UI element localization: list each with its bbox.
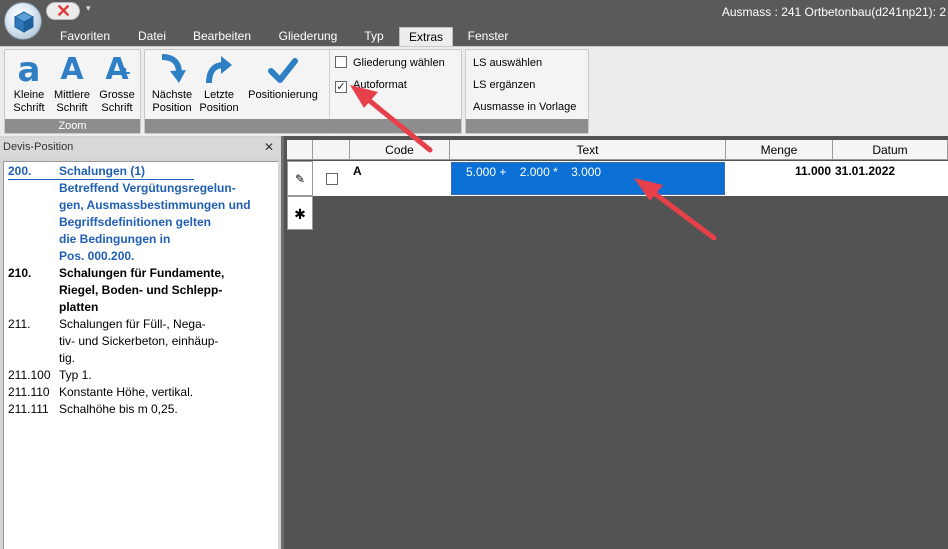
title-bar: ✕ ▾ Ausmass : 241 Ortbetonbau(d241np21):… [0, 0, 948, 40]
code-cell[interactable]: A [350, 161, 450, 196]
ls-group: LS auswählen LS ergänzen Ausmasse in Vor… [465, 49, 589, 134]
zoom-group-label: Zoom [5, 119, 140, 133]
zoom-group: a Kleine Schrift A Mittlere Schrift A + … [4, 49, 141, 134]
devis-line-text: Schalungen für Füll-, Nega- [59, 317, 206, 331]
datum-cell[interactable]: 31.01.2022 [833, 161, 948, 196]
ribbon: a Kleine Schrift A Mittlere Schrift A + … [0, 46, 948, 136]
window-title: Ausmass : 241 Ortbetonbau(d241np21): 2 [721, 5, 946, 19]
new-row-indicator[interactable]: ✱ [287, 196, 313, 230]
checkbox-checked-icon: ✓ [335, 81, 347, 93]
medium-font-label-2: Schrift [56, 102, 88, 114]
devis-position-title: Devis-Position [3, 141, 74, 153]
devis-line-text: platten [59, 300, 99, 314]
ribbon-tab-row: Favoriten Datei Bearbeiten Gliederung Ty… [0, 26, 948, 46]
large-a-plus-icon: A + [105, 52, 131, 87]
devis-line-text: tiv- und Sickerbeton, einhäup- [59, 334, 219, 348]
medium-font-button[interactable]: A Mittlere Schrift [50, 53, 94, 115]
medium-font-label-1: Mittlere [53, 89, 91, 101]
small-font-button[interactable]: a Kleine Schrift [9, 53, 49, 115]
devis-line-number: 211.110 [8, 385, 50, 399]
ls-ergaenzen-button[interactable]: LS ergänzen [473, 79, 535, 91]
navigation-group: Nächste Position Letzte Position Positio… [144, 49, 462, 134]
autoformat-label: Autoformat [353, 79, 407, 91]
asterisk-icon: ✱ [294, 206, 306, 222]
close-icon[interactable]: ✕ [264, 138, 274, 156]
devis-line-text: Konstante Höhe, vertikal. [59, 385, 194, 399]
menge-cell[interactable]: 11.000 [726, 161, 833, 196]
small-font-label-1: Kleine [13, 89, 45, 101]
devis-line-text: Pos. 000.200. [59, 249, 135, 263]
last-position-button[interactable]: Letzte Position [197, 53, 241, 115]
medium-a-icon: A [60, 52, 84, 87]
devis-line-text: Schalungen (1) [59, 164, 146, 178]
next-position-label-2: Position [152, 102, 192, 114]
tab-fenster[interactable]: Fenster [460, 27, 516, 46]
tab-favoriten[interactable]: Favoriten [52, 27, 118, 46]
large-font-label-2: Schrift [101, 102, 133, 114]
tab-typ[interactable]: Typ [356, 27, 392, 46]
devis-line-text: die Bedingungen in [59, 232, 171, 246]
devis-line-number: 210. [8, 266, 32, 280]
ausmasse-in-vorlage-button[interactable]: Ausmasse in Vorlage [473, 101, 576, 113]
ls-group-footer [466, 119, 588, 133]
devis-line-text: Schalungen für Fundamente, [59, 266, 225, 280]
last-position-label-1: Letzte [204, 89, 234, 101]
pencil-icon: ✎ [294, 172, 306, 186]
tab-bearbeiten[interactable]: Bearbeiten [186, 27, 258, 46]
column-header-menge[interactable]: Menge [726, 140, 833, 160]
text-cell[interactable]: 5.000 + 2.000 * 3.000 [450, 161, 726, 196]
column-header-text[interactable]: Text [450, 140, 726, 160]
devis-line-text: tig. [59, 351, 76, 365]
customize-quick-access-icon[interactable]: ▾ [86, 3, 91, 14]
large-font-button[interactable]: A + Grosse Schrift [96, 53, 138, 115]
devis-line-number: 211.111 [8, 402, 49, 416]
checkbox-column-header [313, 140, 350, 160]
curved-arrow-down-icon [161, 54, 186, 83]
devis-line-text: Schalhöhe bis m 0,25. [59, 402, 178, 416]
devis-position-text: 200. Schalungen (1) Betreffend Vergütungsr… [3, 161, 278, 549]
checkbox-unchecked-icon [335, 56, 347, 68]
navigation-group-footer [145, 119, 461, 133]
next-position-button[interactable]: Nächste Position [149, 53, 195, 115]
tab-extras[interactable]: Extras [399, 27, 453, 46]
positioning-button[interactable]: Positionierung [243, 53, 323, 102]
devis-line-text: Betreffend Vergütungsregelun- [59, 181, 236, 195]
large-font-label-1: Grosse [99, 89, 135, 101]
row-select-cell[interactable] [313, 161, 350, 196]
close-icon: ✕ [56, 1, 72, 21]
row-header-corner [287, 140, 313, 160]
devis-position-panel: Devis-Position ✕ 200. Schalungen (1) Betre… [0, 136, 284, 549]
tab-datei[interactable]: Datei [126, 27, 178, 46]
measurement-grid: Code Text Menge Datum ✎ A 5.000 + 2.000 … [287, 138, 948, 549]
gliederung-waehlen-label: Gliederung wählen [353, 57, 445, 69]
application-menu-button[interactable] [4, 2, 42, 40]
autoformat-checkbox[interactable]: ✓ Autoformat [335, 77, 407, 93]
small-a-icon: a [17, 50, 41, 90]
devis-line-number: 211.100 [8, 368, 51, 382]
edit-row-indicator[interactable]: ✎ [287, 161, 313, 196]
last-position-label-2: Position [199, 102, 239, 114]
devis-line-number: 200. [8, 164, 32, 178]
row-checkbox[interactable] [326, 173, 338, 185]
column-header-code[interactable]: Code [350, 140, 450, 160]
devis-line-number: 211. [8, 317, 31, 331]
devis-line-text: Begriffsdefinitionen gelten [59, 215, 212, 229]
text-cell-selection[interactable]: 5.000 + 2.000 * 3.000 [451, 162, 725, 195]
checkmark-icon [268, 58, 298, 83]
tab-gliederung[interactable]: Gliederung [268, 27, 348, 46]
small-font-label-2: Schrift [13, 102, 45, 114]
curved-arrow-up-icon [206, 56, 232, 84]
quick-access-close-button[interactable]: ✕ [46, 1, 80, 21]
positioning-label: Positionierung [248, 89, 318, 101]
devis-line-text: Riegel, Boden- und Schlepp- [59, 283, 223, 297]
gliederung-waehlen-checkbox[interactable]: Gliederung wählen [335, 55, 445, 71]
cube-logo-icon [14, 11, 34, 33]
devis-line-text: gen, Ausmassbestimmungen und [59, 198, 251, 212]
column-header-datum[interactable]: Datum [833, 140, 948, 160]
devis-position-header: Devis-Position ✕ [0, 138, 280, 156]
next-position-label-1: Nächste [151, 89, 193, 101]
ls-auswaehlen-button[interactable]: LS auswählen [473, 57, 542, 69]
devis-line-text: Typ 1. [59, 368, 92, 382]
